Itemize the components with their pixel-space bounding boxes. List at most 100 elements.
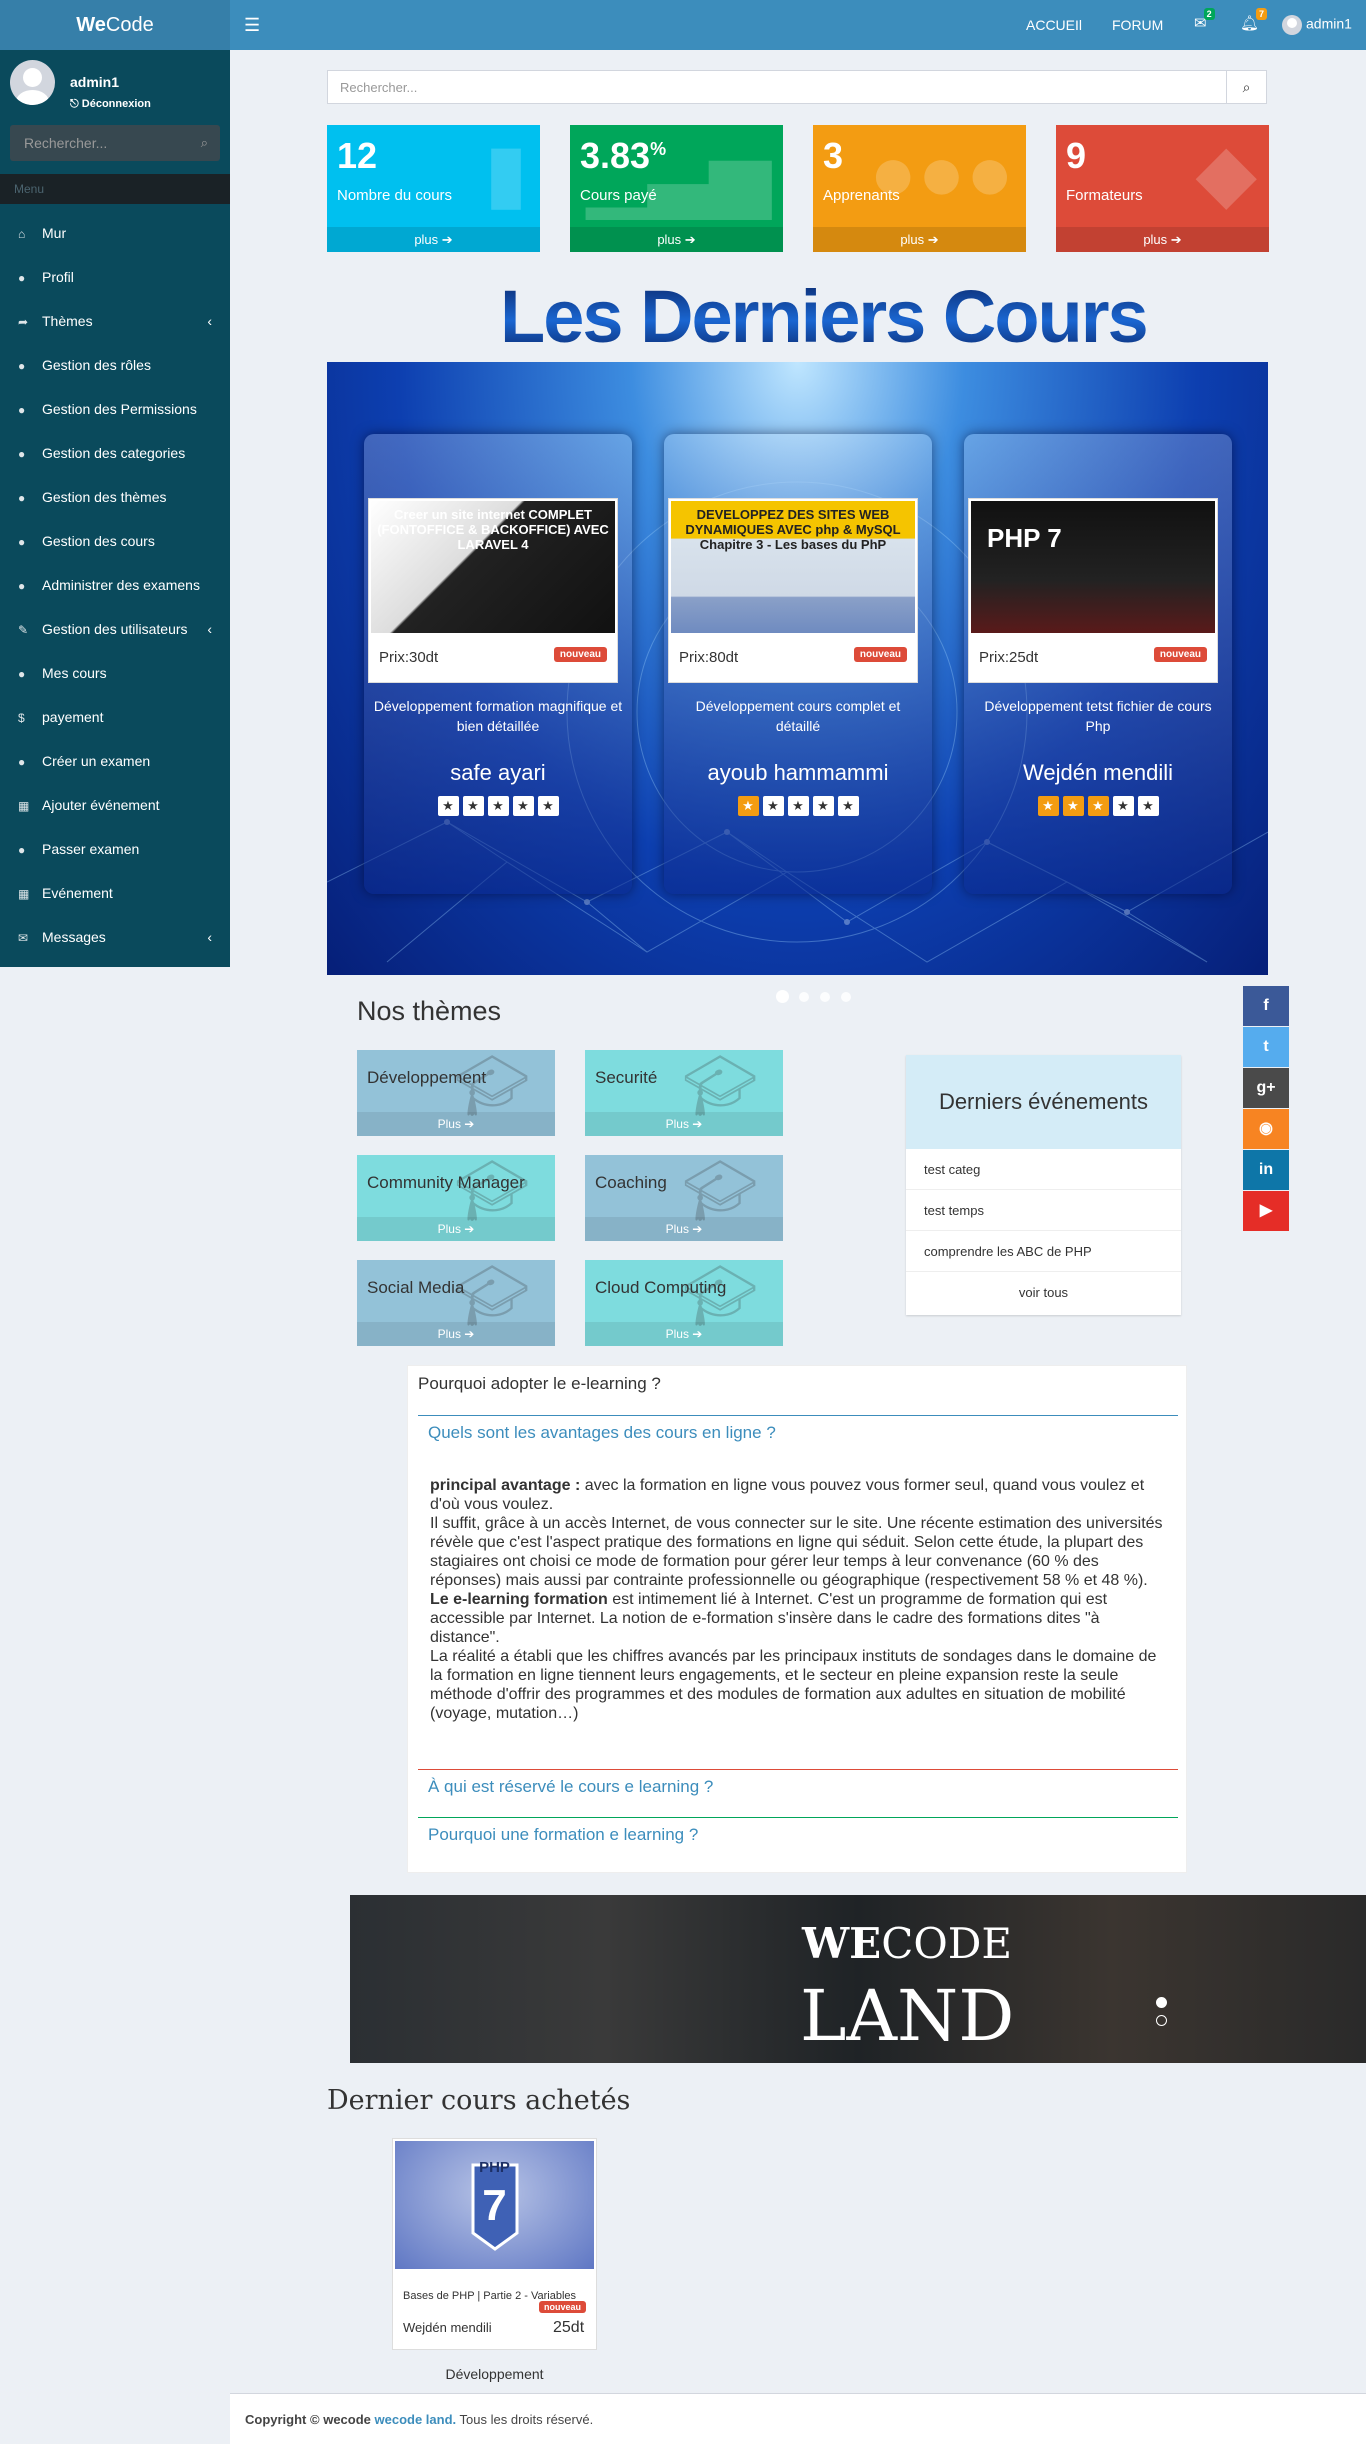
star-icon[interactable]: ★ bbox=[837, 796, 859, 816]
theme-box[interactable]: 🎓︎ Coaching Plus ➔ bbox=[585, 1155, 783, 1241]
theme-more-link[interactable]: Plus ➔ bbox=[585, 1217, 783, 1241]
view-all-events-link[interactable]: voir tous bbox=[906, 1272, 1181, 1313]
bell-icon[interactable]: 🔔︎ 7 bbox=[1240, 8, 1268, 32]
star-icon[interactable]: ★ bbox=[1112, 796, 1134, 816]
purchased-course-card[interactable]: PHP 7 Bases de PHP | Partie 2 - Variable… bbox=[392, 2138, 597, 2350]
event-item[interactable]: test temps bbox=[906, 1190, 1181, 1231]
sidebar-item-5[interactable]: ● Gestion des Permissions bbox=[0, 387, 230, 431]
nav-accueil-link[interactable]: ACCUEIl bbox=[1026, 17, 1082, 33]
theme-more-link[interactable]: Plus ➔ bbox=[585, 1322, 783, 1346]
sidebar-search-input[interactable] bbox=[10, 125, 220, 161]
sidebar-item-17[interactable]: ✉ Messages ‹ bbox=[0, 915, 230, 959]
banner-dot[interactable] bbox=[1156, 2015, 1167, 2026]
sidebar-item-8[interactable]: ● Gestion des cours bbox=[0, 519, 230, 563]
main-search-input[interactable] bbox=[328, 71, 1228, 103]
search-button[interactable]: ⌕ bbox=[1226, 71, 1266, 103]
user-menu[interactable]: admin1 bbox=[1282, 15, 1352, 35]
sidebar-item-4[interactable]: ● Gestion des rôles bbox=[0, 343, 230, 387]
theme-more-link[interactable]: Plus ➔ bbox=[357, 1112, 555, 1136]
event-item[interactable]: test categ bbox=[906, 1149, 1181, 1190]
theme-more-link[interactable]: Plus ➔ bbox=[357, 1322, 555, 1346]
footer-brand-link[interactable]: wecode land. bbox=[375, 2412, 457, 2427]
star-icon[interactable]: ★ bbox=[787, 796, 809, 816]
rss-icon[interactable]: ◉ bbox=[1243, 1109, 1289, 1149]
stat-more-link[interactable]: plus ➔ bbox=[1056, 227, 1269, 252]
course-author: ayoub hammammi bbox=[707, 760, 889, 785]
sidebar-item-14[interactable]: ▦ Ajouter événement bbox=[0, 783, 230, 827]
star-icon[interactable]: ★ bbox=[462, 796, 484, 816]
faq-panel: Pourquoi adopter le e-learning ? Quels s… bbox=[407, 1365, 1187, 1873]
youtube-icon[interactable]: ▶ bbox=[1243, 1191, 1289, 1231]
sidebar-item-11[interactable]: ● Mes cours bbox=[0, 651, 230, 695]
course-card[interactable]: Creer un site internet COMPLET (FONTOFFI… bbox=[364, 434, 632, 894]
wecode-land-banner[interactable]: WECODE LAND bbox=[350, 1895, 1366, 2063]
star-icon[interactable]: ★ bbox=[487, 796, 509, 816]
stat-more-link[interactable]: plus ➔ bbox=[570, 227, 783, 252]
sidebar-item-15[interactable]: ● Passer examen bbox=[0, 827, 230, 871]
nav-forum-link[interactable]: FORUM bbox=[1112, 17, 1163, 33]
carousel-dot[interactable] bbox=[820, 992, 830, 1002]
sidebar-toggle-icon[interactable]: ☰ bbox=[244, 15, 260, 36]
sidebar-item-label: Gestion des utilisateurs bbox=[42, 621, 188, 637]
sidebar-item-10[interactable]: ✎ Gestion des utilisateurs ‹ bbox=[0, 607, 230, 651]
star-icon[interactable]: ★ bbox=[762, 796, 784, 816]
stat-box-3: 3 Apprenants ●●● plus ➔ bbox=[813, 125, 1026, 252]
faq-question-1[interactable]: Quels sont les avantages des cours en li… bbox=[418, 1415, 1178, 1453]
star-icon[interactable]: ★ bbox=[1037, 796, 1059, 816]
sidebar-item-7[interactable]: ● Gestion des thèmes bbox=[0, 475, 230, 519]
courses-carousel[interactable]: Creer un site internet COMPLET (FONTOFFI… bbox=[327, 362, 1268, 975]
sidebar-item-9[interactable]: ● Administrer des examens bbox=[0, 563, 230, 607]
banner-line-2: LAND bbox=[800, 1975, 1015, 2057]
search-icon[interactable]: ⌕ bbox=[201, 135, 208, 151]
star-icon[interactable]: ★ bbox=[1062, 796, 1084, 816]
facebook-icon[interactable]: f bbox=[1243, 986, 1289, 1026]
purchased-courses-title: Dernier cours achetés bbox=[327, 2085, 631, 2116]
avatar bbox=[10, 60, 55, 105]
themes-title: Nos thèmes bbox=[357, 996, 502, 1026]
theme-box[interactable]: 🎓︎ Social Media Plus ➔ bbox=[357, 1260, 555, 1346]
course-card[interactable]: DEVELOPPEZ DES SITES WEB DYNAMIQUES AVEC… bbox=[664, 434, 932, 894]
stat-label: Nombre du cours bbox=[337, 187, 453, 204]
banner-dot-active[interactable] bbox=[1156, 1997, 1167, 2008]
theme-box[interactable]: 🎓︎ Securité Plus ➔ bbox=[585, 1050, 783, 1136]
stat-label: Formateurs bbox=[1066, 187, 1143, 204]
carousel-dot[interactable] bbox=[841, 992, 851, 1002]
faq-question-2[interactable]: À qui est réservé le cours e learning ? bbox=[418, 1769, 1178, 1807]
twitter-icon[interactable]: t bbox=[1243, 1027, 1289, 1067]
sidebar-item-16[interactable]: ▦ Evénement bbox=[0, 871, 230, 915]
sidebar-item-12[interactable]: $ payement bbox=[0, 695, 230, 739]
logout-link[interactable]: ⎋ Déconnexion bbox=[70, 98, 151, 111]
theme-box[interactable]: 🎓︎ Community Manager Plus ➔ bbox=[357, 1155, 555, 1241]
sidebar-item-3[interactable]: ➦ Thèmes ‹ bbox=[0, 299, 230, 343]
sidebar-item-1[interactable]: ⌂ Mur bbox=[0, 211, 230, 255]
carousel-dot[interactable] bbox=[799, 992, 809, 1002]
carousel-dot[interactable] bbox=[776, 990, 789, 1003]
sidebar-item-13[interactable]: ● Créer un examen bbox=[0, 739, 230, 783]
social-bar: f t g+ ◉ in ▶ bbox=[1243, 986, 1289, 1232]
linkedin-icon[interactable]: in bbox=[1243, 1150, 1289, 1190]
course-price: Prix:80dt bbox=[679, 649, 739, 666]
theme-more-link[interactable]: Plus ➔ bbox=[585, 1112, 783, 1136]
app-logo[interactable]: WeCode bbox=[0, 0, 230, 50]
star-icon[interactable]: ★ bbox=[737, 796, 759, 816]
sidebar-item-6[interactable]: ● Gestion des categories bbox=[0, 431, 230, 475]
theme-box[interactable]: 🎓︎ Développement Plus ➔ bbox=[357, 1050, 555, 1136]
google-plus-icon[interactable]: g+ bbox=[1243, 1068, 1289, 1108]
star-icon[interactable]: ★ bbox=[437, 796, 459, 816]
faq-question-3[interactable]: Pourquoi une formation e learning ? bbox=[418, 1817, 1178, 1855]
course-rating: ★ ★ ★ ★ ★ bbox=[364, 796, 632, 816]
sidebar-item-2[interactable]: ● Profil bbox=[0, 255, 230, 299]
course-card[interactable]: PHP 7 Prix:25dt nouveau Développement tetst… bbox=[964, 434, 1232, 894]
event-item[interactable]: comprendre les ABC de PHP bbox=[906, 1231, 1181, 1272]
star-icon[interactable]: ★ bbox=[537, 796, 559, 816]
envelope-icon[interactable]: ✉ 2 bbox=[1194, 8, 1215, 32]
circle-icon: ● bbox=[18, 843, 26, 857]
stat-more-link[interactable]: plus ➔ bbox=[327, 227, 540, 252]
theme-more-link[interactable]: Plus ➔ bbox=[357, 1217, 555, 1241]
stat-more-link[interactable]: plus ➔ bbox=[813, 227, 1026, 252]
star-icon[interactable]: ★ bbox=[812, 796, 834, 816]
star-icon[interactable]: ★ bbox=[1087, 796, 1109, 816]
star-icon[interactable]: ★ bbox=[512, 796, 534, 816]
star-icon[interactable]: ★ bbox=[1137, 796, 1159, 816]
theme-box[interactable]: 🎓︎ Cloud Computing Plus ➔ bbox=[585, 1260, 783, 1346]
